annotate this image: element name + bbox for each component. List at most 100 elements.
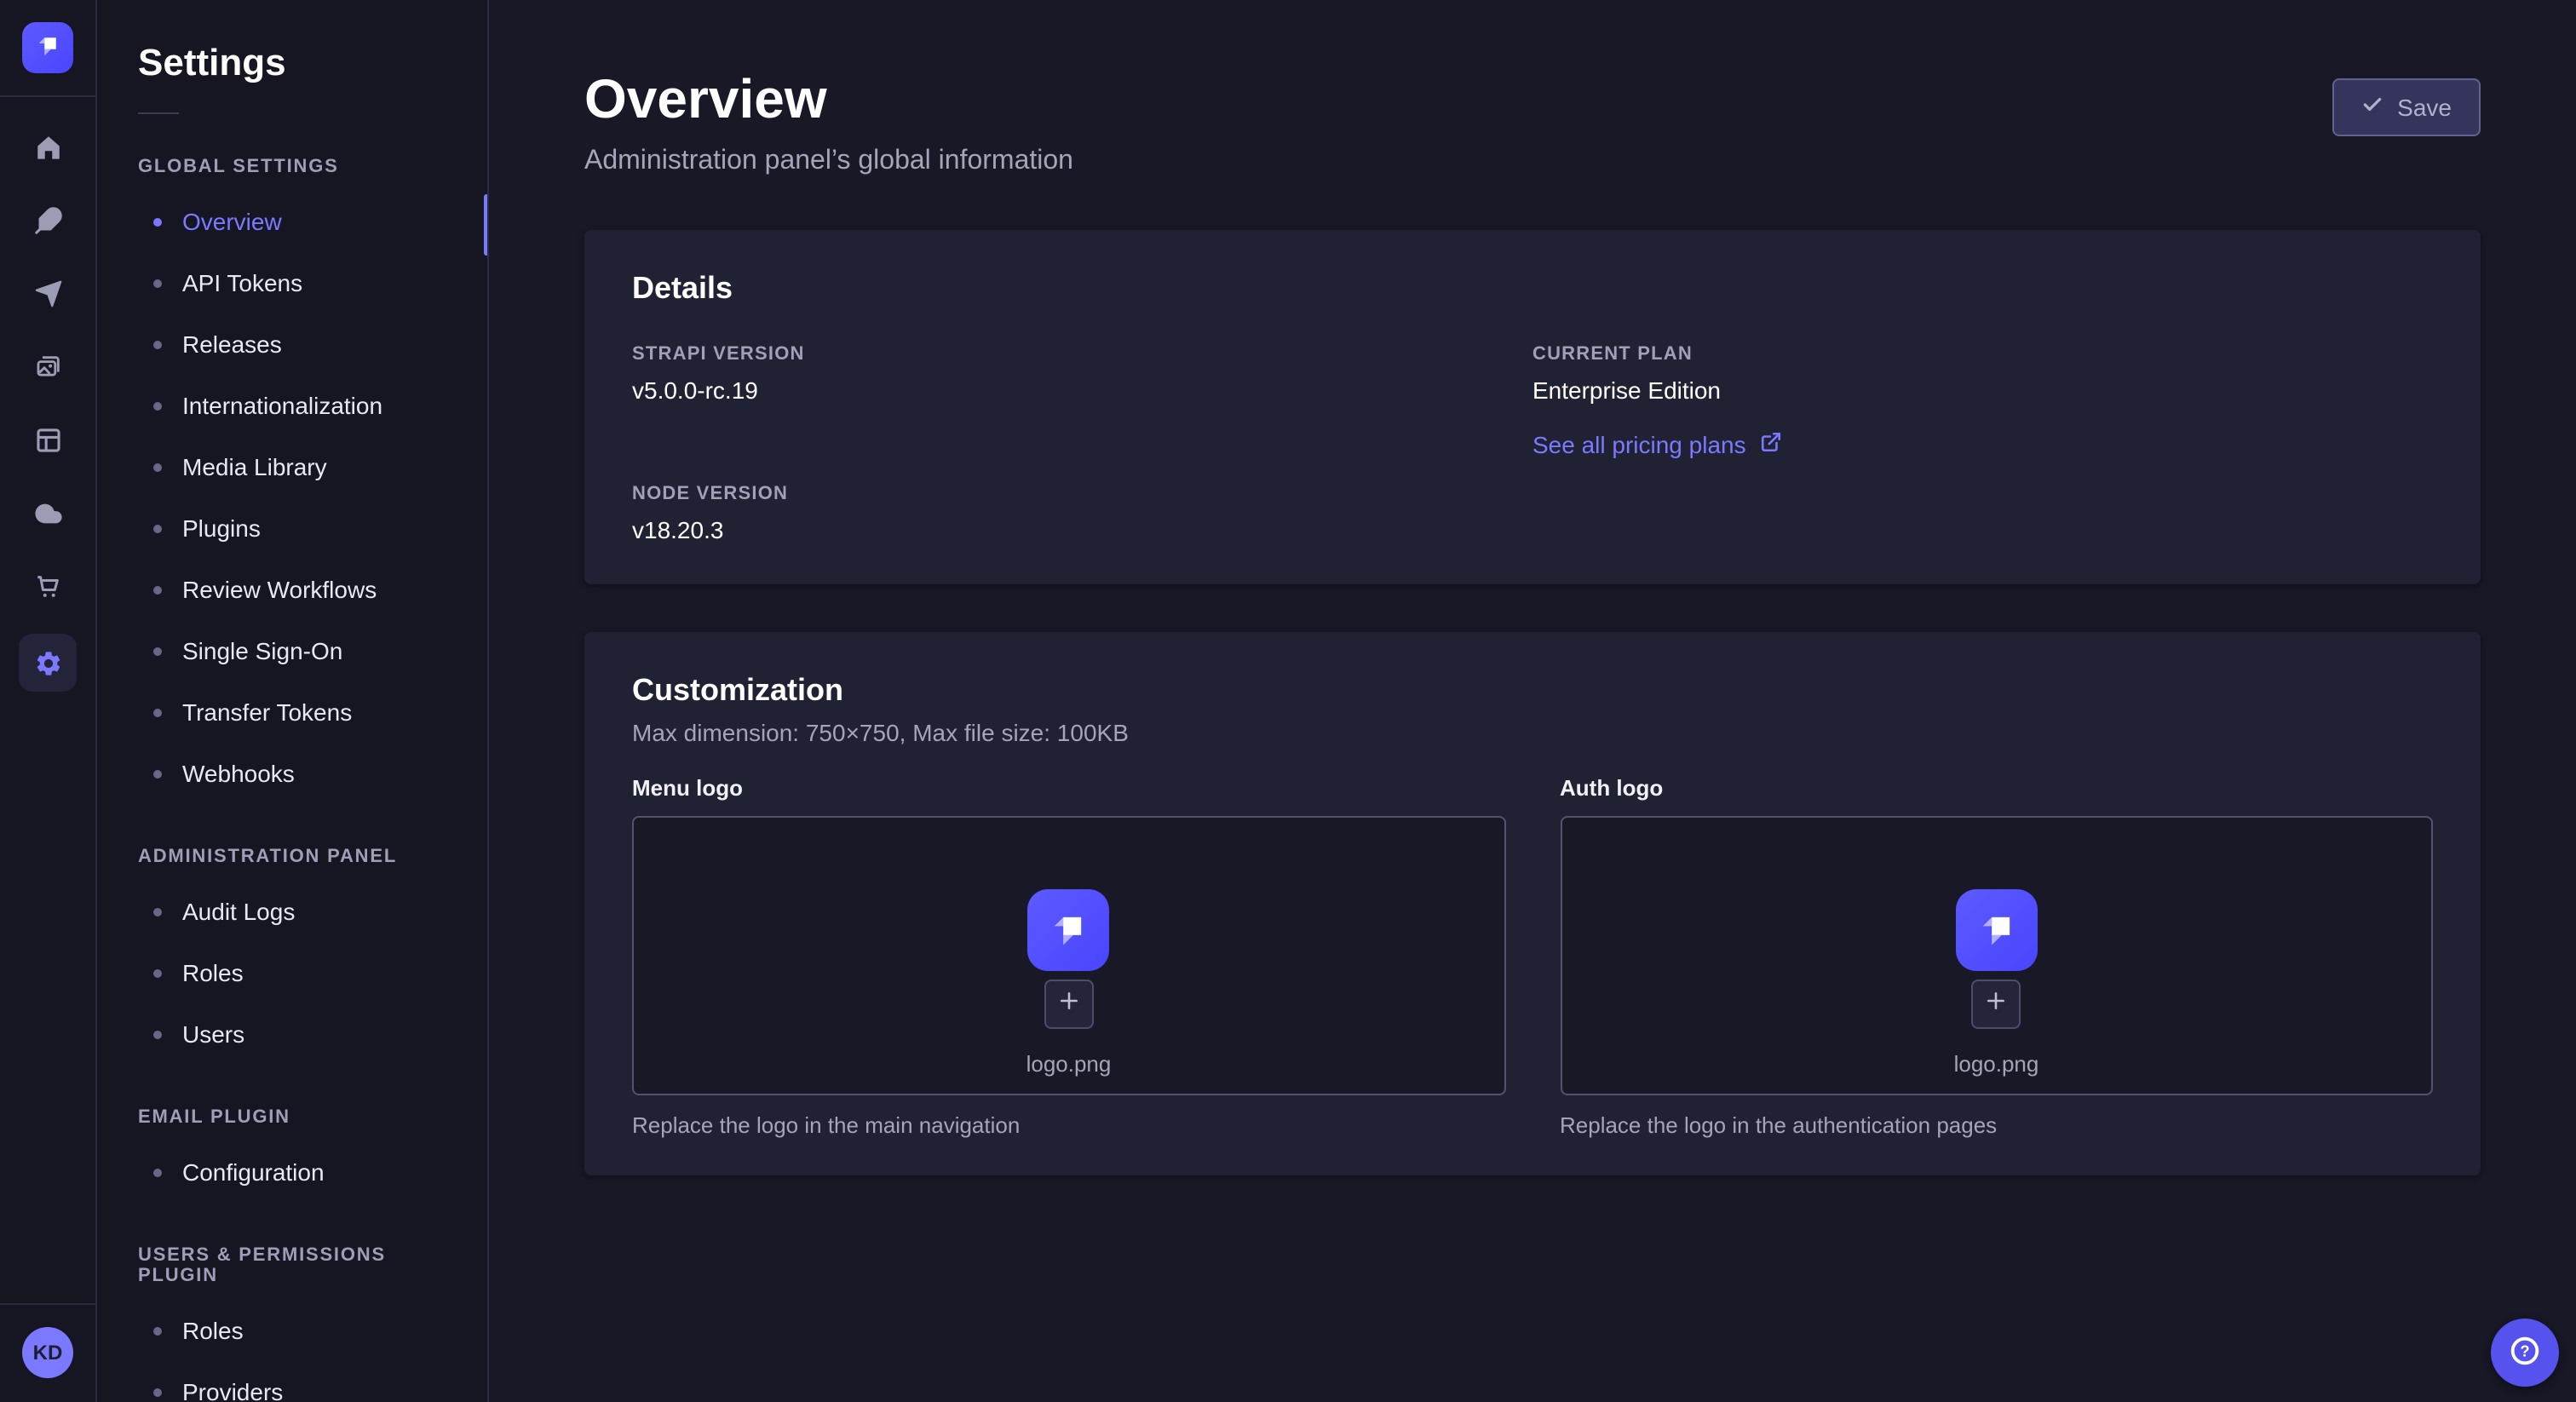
strapi-version-field: STRAPI VERSION v5.0.0-rc.19 [632,344,1532,404]
strapi-logo-icon [1973,906,2021,954]
pricing-link-label: See all pricing plans [1532,431,1746,458]
sidebar-item-label: Media Library [182,453,327,480]
sidebar-item-internationalization[interactable]: Internationalization [97,375,487,436]
bullet-icon [153,585,162,594]
plus-icon [1986,991,2008,1018]
administration-panel-list: Audit Logs Roles Users [97,881,487,1065]
cloud-icon[interactable] [22,487,73,538]
sidebar-item-api-tokens[interactable]: API Tokens [97,252,487,313]
current-plan-label: CURRENT PLAN [1532,344,2433,365]
users-permissions-list: Roles Providers [97,1300,487,1402]
bullet-icon [153,340,162,348]
auth-logo-filename: logo.png [1954,1051,2039,1077]
bullet-icon [153,463,162,471]
bullet-icon [153,1388,162,1396]
app-window: KD Settings GLOBAL SETTINGS Overview API… [0,0,2576,1402]
rail-brand-area [0,0,95,97]
sidebar-item-overview[interactable]: Overview [97,191,487,252]
sidebar-item-transfer-tokens[interactable]: Transfer Tokens [97,681,487,743]
page-title: Overview [584,68,1073,131]
help-button[interactable]: ? [2491,1319,2559,1387]
section-header-email-plugin: EMAIL PLUGIN [138,1107,446,1128]
sidebar-item-single-sign-on[interactable]: Single Sign-On [97,620,487,681]
menu-logo-upload: Menu logo [632,775,1505,1138]
sidebar-item-up-roles[interactable]: Roles [97,1300,487,1361]
title-divider [138,112,179,114]
strapi-logo-icon [1045,906,1093,954]
bullet-icon [153,279,162,287]
section-header-global-settings: GLOBAL SETTINGS [138,157,446,177]
active-item-indicator [484,194,489,256]
node-version-field: NODE VERSION v18.20.3 [632,484,1532,543]
bullet-icon [153,1030,162,1038]
auth-logo-add-button[interactable] [1972,980,2021,1029]
bullet-icon [153,401,162,410]
customization-subtitle: Max dimension: 750×750, Max file size: 1… [632,719,2433,746]
menu-logo-image [1028,889,1110,971]
sidebar-item-label: Roles [182,1317,244,1344]
sidebar-item-label: Releases [182,330,282,358]
customization-card: Customization Max dimension: 750×750, Ma… [584,632,2481,1175]
sidebar-item-review-workflows[interactable]: Review Workflows [97,559,487,620]
bullet-icon [153,217,162,226]
page-subtitle: Administration panel’s global informatio… [584,147,1073,177]
home-icon[interactable] [22,121,73,172]
customization-title: Customization [632,673,2433,709]
sidebar-item-releases[interactable]: Releases [97,313,487,375]
bullet-icon [153,708,162,716]
bullet-icon [153,1168,162,1176]
page-header: Overview Administration panel’s global i… [489,0,2576,177]
icon-rail: KD [0,0,97,1402]
sidebar-item-label: Single Sign-On [182,637,342,664]
strapi-version-label: STRAPI VERSION [632,344,1532,365]
sidebar-item-label: Audit Logs [182,898,295,925]
sidebar-item-admin-roles[interactable]: Roles [97,942,487,1003]
sidebar-item-email-configuration[interactable]: Configuration [97,1141,487,1203]
menu-logo-dropzone[interactable]: logo.png [632,816,1505,1095]
auth-logo-dropzone[interactable]: logo.png [1560,816,2433,1095]
auth-logo-upload: Auth logo [1560,775,2433,1138]
bullet-icon [153,968,162,977]
save-button-label: Save [2397,94,2452,121]
sidebar-item-label: Review Workflows [182,576,377,603]
sidebar-item-label: Providers [182,1378,283,1402]
sidebar-item-label: Internationalization [182,392,382,419]
menu-logo-caption: Replace the logo in the main navigation [632,1112,1505,1138]
sidebar-item-label: Webhooks [182,760,295,787]
strapi-logo-button[interactable] [22,22,73,73]
menu-logo-add-button[interactable] [1044,980,1094,1029]
sidebar-item-label: API Tokens [182,269,302,296]
pricing-plans-link[interactable]: See all pricing plans [1532,431,1782,458]
sidebar-item-media-library[interactable]: Media Library [97,436,487,497]
strapi-logo-icon [32,30,63,66]
details-left-column: STRAPI VERSION v5.0.0-rc.19 NODE VERSION… [632,344,1532,543]
sidebar-title: Settings [138,41,446,85]
sidebar-item-webhooks[interactable]: Webhooks [97,743,487,804]
avatar[interactable]: KD [22,1327,73,1378]
save-button[interactable]: Save [2332,78,2481,136]
marketplace-cart-icon[interactable] [22,560,73,612]
section-header-users-permissions-plugin: USERS & PERMISSIONS PLUGIN [138,1245,446,1286]
sidebar-item-audit-logs[interactable]: Audit Logs [97,881,487,942]
sidebar-item-plugins[interactable]: Plugins [97,497,487,559]
main-content: Overview Administration panel’s global i… [489,0,2576,1402]
media-library-icon[interactable] [22,341,73,392]
sidebar-item-up-providers[interactable]: Providers [97,1361,487,1402]
plus-icon [1058,991,1080,1018]
global-settings-list: Overview API Tokens Releases Internation… [97,191,487,804]
details-card-title: Details [632,271,2433,307]
node-version-label: NODE VERSION [632,484,1532,504]
current-plan-value: Enterprise Edition [1532,376,2433,404]
sidebar-item-admin-users[interactable]: Users [97,1003,487,1065]
bullet-icon [153,1326,162,1335]
auth-logo-image [1956,889,2038,971]
settings-gear-icon[interactable] [19,634,77,692]
auth-logo-label: Auth logo [1560,775,2433,801]
paper-plane-icon[interactable] [22,267,73,319]
strapi-version-value: v5.0.0-rc.19 [632,376,1532,404]
layout-icon[interactable] [22,414,73,465]
menu-logo-label: Menu logo [632,775,1505,801]
feather-icon[interactable] [22,194,73,245]
section-header-administration-panel: ADMINISTRATION PANEL [138,847,446,867]
check-icon [2361,94,2383,121]
